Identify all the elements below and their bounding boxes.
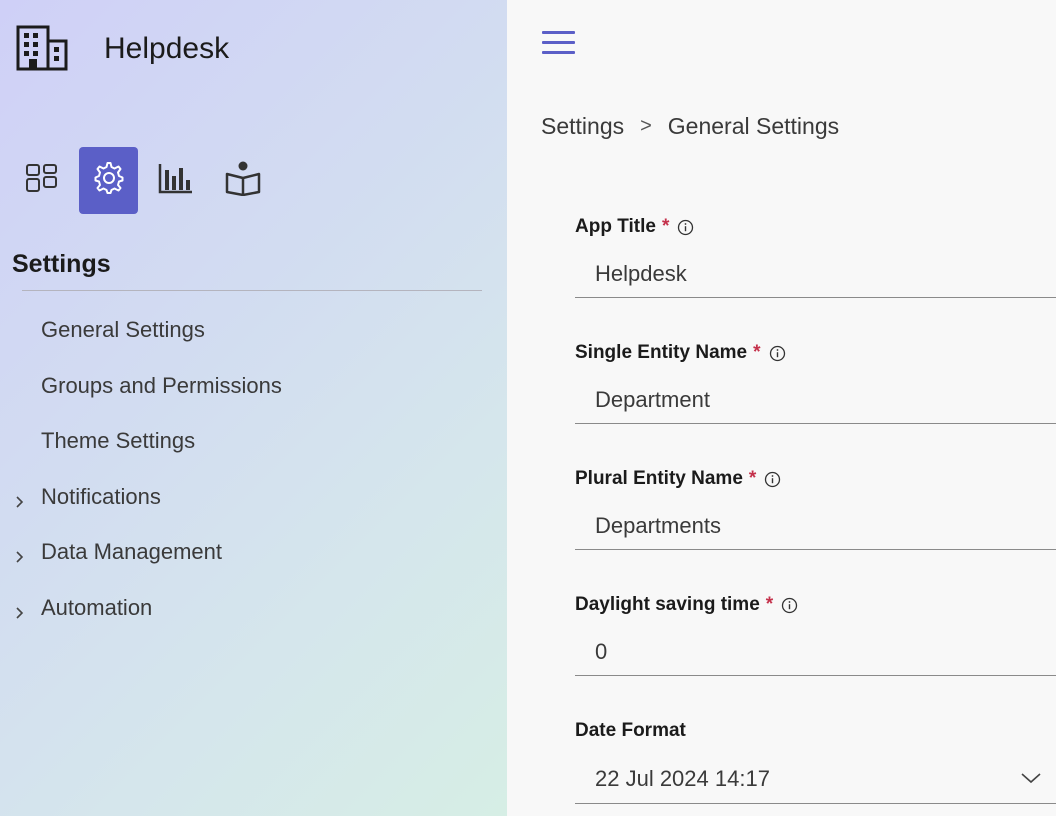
knowledge-nav-button[interactable] xyxy=(213,147,272,214)
required-asterisk: * xyxy=(661,216,670,237)
field-label-text: App Title xyxy=(575,216,656,237)
chevron-right-icon[interactable] xyxy=(14,490,26,508)
menu-icon-line xyxy=(542,41,575,44)
menu-icon-line xyxy=(542,51,575,54)
daylight-saving-time-input[interactable] xyxy=(575,628,1056,676)
field-label-text: Single Entity Name xyxy=(575,342,748,363)
bar-chart-icon xyxy=(158,162,194,199)
required-asterisk: * xyxy=(748,468,757,489)
sidebar-item-notifications[interactable]: Notifications xyxy=(0,480,507,536)
date-format-field: Date Format 22 Jul 2024 14:17 xyxy=(575,716,1056,816)
sidebar-item-theme-settings[interactable]: Theme Settings xyxy=(0,424,507,480)
sidebar-item-label: Notifications xyxy=(41,483,161,509)
sidebar-item-label: Data Management xyxy=(41,539,222,564)
info-icon[interactable] xyxy=(781,597,798,614)
main-content: Settings > General Settings App Title * … xyxy=(507,0,1056,816)
sidebar-divider xyxy=(22,290,482,291)
date-format-selected-value: 22 Jul 2024 14:17 xyxy=(595,766,770,791)
single-entity-name-field: Single Entity Name * xyxy=(575,338,1056,464)
breadcrumb: Settings > General Settings xyxy=(541,113,839,140)
sidebar: Helpdesk Settings General Settings Group… xyxy=(0,0,507,816)
chevron-right-icon[interactable] xyxy=(14,545,26,563)
info-icon[interactable] xyxy=(764,471,781,488)
brand: Helpdesk xyxy=(16,24,229,72)
breadcrumb-parent[interactable]: Settings xyxy=(541,113,624,140)
settings-menu: General Settings Groups and Permissions … xyxy=(0,313,507,646)
daylight-saving-time-field: Daylight saving time * xyxy=(575,590,1056,716)
app-title: Helpdesk xyxy=(104,32,230,65)
sidebar-item-label: General Settings xyxy=(41,317,205,342)
hamburger-menu-button[interactable] xyxy=(542,31,576,57)
sidebar-item-groups-and-permissions[interactable]: Groups and Permissions xyxy=(0,369,507,425)
nav-icon-bar xyxy=(13,147,280,214)
info-icon[interactable] xyxy=(769,345,786,362)
sidebar-section-title: Settings xyxy=(12,250,111,278)
date-format-select[interactable]: 22 Jul 2024 14:17 xyxy=(575,754,1056,804)
app-title-field: App Title * xyxy=(575,212,1056,338)
sidebar-item-label: Automation xyxy=(41,594,153,620)
sidebar-item-data-management[interactable]: Data Management xyxy=(0,535,507,591)
info-icon[interactable] xyxy=(677,219,694,236)
breadcrumb-separator: > xyxy=(640,115,652,137)
sidebar-item-label: Groups and Permissions xyxy=(41,372,282,398)
chevron-right-icon[interactable] xyxy=(14,601,26,619)
sidebar-item-automation[interactable]: Automation xyxy=(0,591,507,647)
breadcrumb-current: General Settings xyxy=(667,113,840,139)
sidebar-item-label: Theme Settings xyxy=(41,428,196,453)
plural-entity-name-field: Plural Entity Name * xyxy=(575,464,1056,590)
field-label: Daylight saving time * xyxy=(575,590,1056,620)
single-entity-name-input[interactable] xyxy=(575,376,1056,424)
menu-icon-line xyxy=(542,31,575,34)
building-icon xyxy=(16,24,68,72)
dashboard-nav-button[interactable] xyxy=(13,147,71,214)
gear-icon xyxy=(91,160,127,201)
general-settings-form: App Title * Single Entity Name * Plural … xyxy=(575,212,1056,816)
required-asterisk: * xyxy=(765,594,774,615)
field-label: Single Entity Name * xyxy=(575,338,1056,368)
required-asterisk: * xyxy=(753,342,761,363)
dashboard-icon xyxy=(25,163,59,198)
field-label-text: Daylight saving time xyxy=(575,594,760,615)
app-title-input[interactable] xyxy=(575,250,1056,298)
field-label: App Title * xyxy=(575,212,1056,242)
field-label: Date Format xyxy=(575,716,1056,746)
book-reader-icon xyxy=(224,160,262,201)
field-label-text: Plural Entity Name xyxy=(575,468,743,489)
settings-nav-button[interactable] xyxy=(79,147,138,214)
sidebar-item-general-settings[interactable]: General Settings xyxy=(0,313,507,369)
field-label-text: Date Format xyxy=(575,720,686,741)
reports-nav-button[interactable] xyxy=(146,147,205,214)
chevron-down-icon xyxy=(1020,771,1042,785)
field-label: Plural Entity Name * xyxy=(575,464,1056,494)
plural-entity-name-input[interactable] xyxy=(575,502,1056,550)
